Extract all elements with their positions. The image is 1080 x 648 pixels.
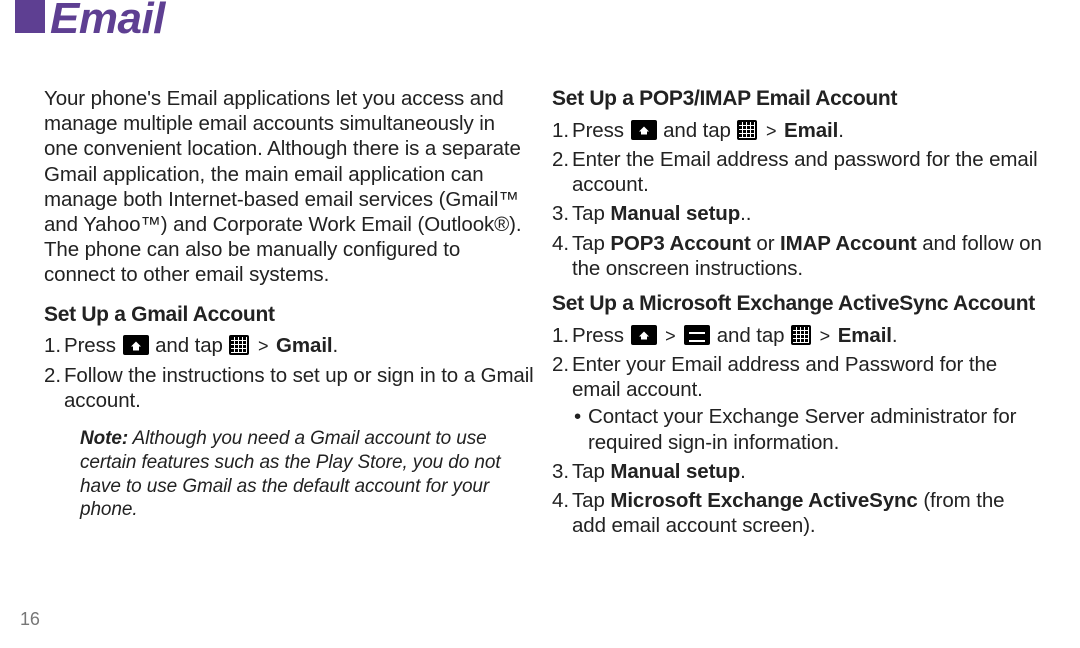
text-email: Email (784, 119, 838, 142)
text-manual-setup: Manual setup (610, 460, 740, 483)
text: Tap (572, 489, 610, 512)
home-icon (631, 120, 657, 140)
text: Press (64, 334, 122, 357)
apps-grid-icon (737, 120, 757, 140)
ex-step-2: Enter your Email address and Password fo… (552, 352, 1042, 455)
ex-step-3: Tap Manual setup. (552, 459, 1042, 484)
text: Tap (572, 202, 610, 225)
ex-step-1: Press > and tap > Email. (552, 323, 1042, 348)
pop-step-3: Tap Manual setup.. (552, 201, 1042, 226)
column-right: Set Up a POP3/IMAP Email Account Press a… (552, 86, 1042, 543)
text: Tap (572, 232, 610, 255)
gmail-steps: Press and tap > Gmail. Follow the instru… (44, 333, 534, 413)
page-title: Email (50, 0, 165, 44)
text-ms-exchange: Microsoft Exchange ActiveSync (610, 489, 917, 512)
apps-grid-icon (791, 325, 811, 345)
menu-icon (684, 325, 710, 345)
column-left: Your phone's Email applications let you … (44, 86, 534, 543)
dot: . (740, 460, 746, 483)
chevron-right-icon: > (258, 335, 268, 357)
content-columns: Your phone's Email applications let you … (44, 0, 1042, 543)
dot: . (333, 334, 339, 357)
text: Press (572, 324, 630, 347)
pop-steps: Press and tap > Email. Enter the Email a… (552, 118, 1042, 281)
text-manual-setup: Manual setup (610, 202, 740, 225)
heading-exchange: Set Up a Microsoft Exchange ActiveSync A… (552, 291, 1042, 317)
text-email: Email (838, 324, 892, 347)
gmail-note: Note: Although you need a Gmail account … (80, 427, 534, 522)
manual-page: Email Your phone's Email applications le… (0, 0, 1080, 648)
chevron-right-icon: > (820, 325, 830, 347)
intro-paragraph: Your phone's Email applications let you … (44, 86, 534, 288)
text: or (751, 232, 780, 255)
gmail-step-1: Press and tap > Gmail. (44, 333, 534, 358)
ex-step-2-bullet: Contact your Exchange Server administrat… (572, 404, 1042, 454)
chevron-right-icon: > (766, 120, 776, 142)
text: and tap (663, 119, 736, 142)
pop-step-4: Tap POP3 Account or IMAP Account and fol… (552, 231, 1042, 281)
text: Tap (572, 460, 610, 483)
text-imap-account: IMAP Account (780, 232, 917, 255)
page-number: 16 (20, 609, 40, 630)
text: and tap (717, 324, 790, 347)
ex-step-4: Tap Microsoft Exchange ActiveSync (from … (552, 488, 1042, 538)
text-pop3-account: POP3 Account (610, 232, 750, 255)
note-body: Although you need a Gmail account to use… (80, 428, 501, 520)
gmail-step-2: Follow the instructions to set up or sig… (44, 363, 534, 413)
dot: . (838, 119, 844, 142)
text-gmail: Gmail (276, 334, 332, 357)
home-icon (123, 335, 149, 355)
text: Press (572, 119, 630, 142)
heading-pop3-imap: Set Up a POP3/IMAP Email Account (552, 86, 1042, 112)
pop-step-2: Enter the Email address and password for… (552, 147, 1042, 197)
header-accent-square (15, 0, 45, 33)
dot: .. (740, 202, 751, 225)
apps-grid-icon (229, 335, 249, 355)
chevron-right-icon: > (665, 325, 675, 347)
pop-step-1: Press and tap > Email. (552, 118, 1042, 143)
dot: . (892, 324, 898, 347)
note-label: Note: (80, 428, 128, 449)
text: Enter your Email address and Password fo… (572, 353, 997, 401)
text: and tap (155, 334, 228, 357)
heading-gmail-account: Set Up a Gmail Account (44, 302, 534, 328)
exchange-steps: Press > and tap > Email. Enter your Emai… (552, 323, 1042, 539)
home-icon (631, 325, 657, 345)
